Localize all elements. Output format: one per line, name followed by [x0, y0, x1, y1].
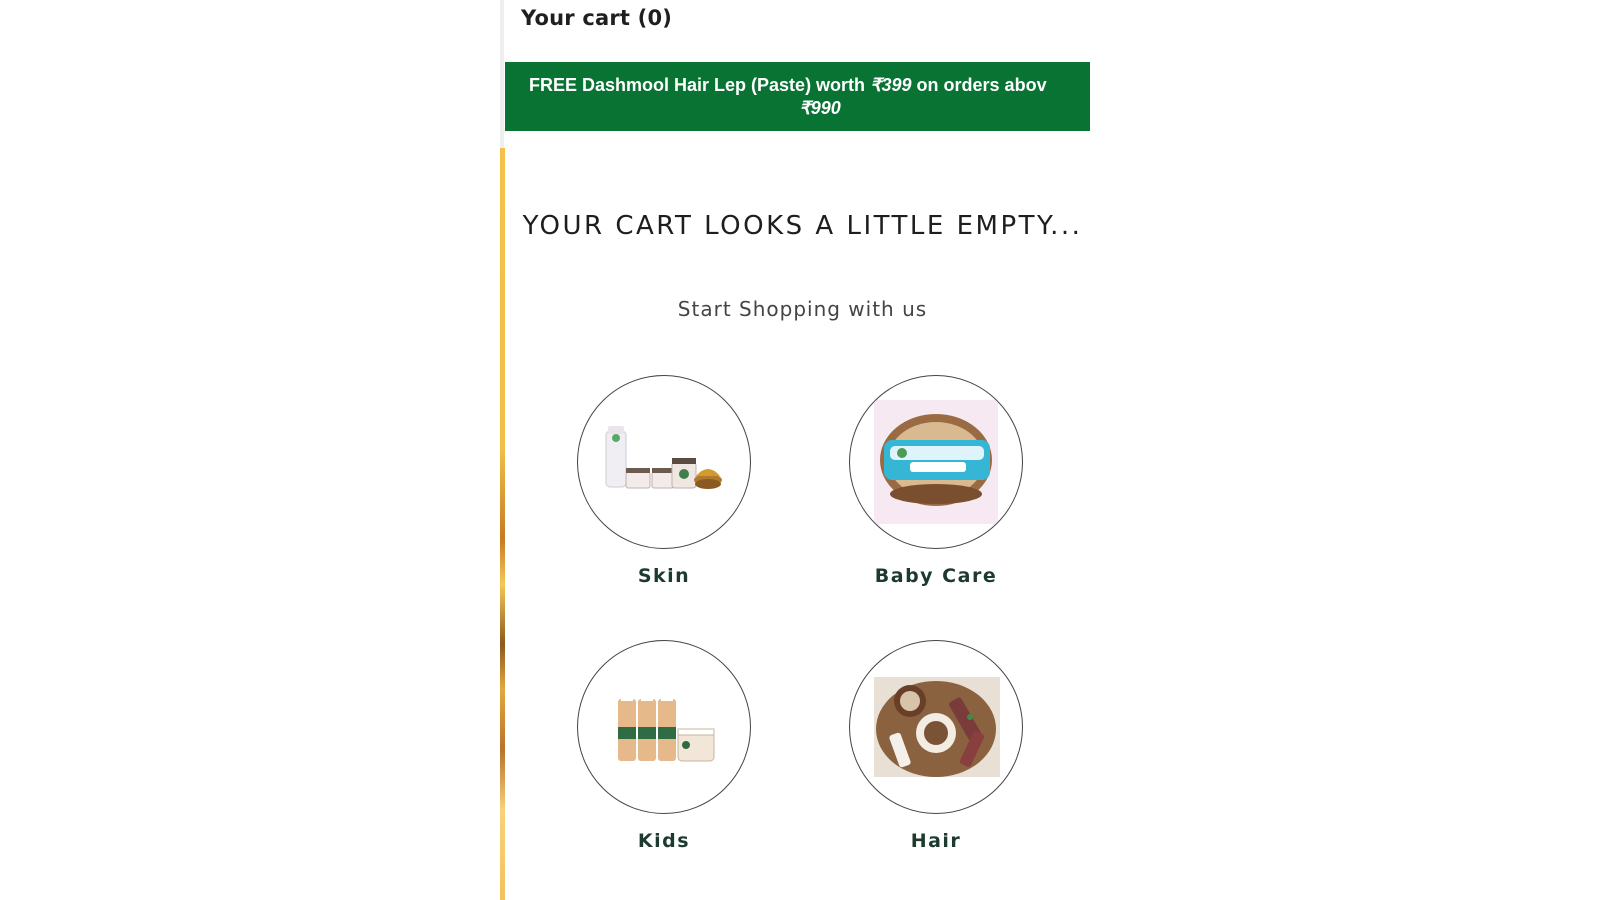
category-skin[interactable]: Skin	[576, 375, 752, 587]
promo-banner: FREE Dashmool Hair Lep (Paste) worth ₹39…	[505, 62, 1090, 131]
cart-title: Your cart (0)	[521, 6, 673, 30]
hair-products-image[interactable]	[849, 640, 1023, 814]
promo-text-prefix: FREE Dashmool Hair Lep (Paste) worth	[529, 75, 871, 95]
promo-text-suffix: on orders abov	[911, 75, 1047, 95]
empty-cart-subheading: Start Shopping with us	[677, 297, 928, 321]
category-hair[interactable]: Hair	[848, 640, 1024, 852]
promo-line-1: FREE Dashmool Hair Lep (Paste) worth ₹39…	[529, 74, 1047, 97]
page: Your cart (0) FREE Dashmool Hair Lep (Pa…	[0, 0, 1600, 900]
category-kids[interactable]: Kids	[576, 640, 752, 852]
category-label-kids[interactable]: Kids	[576, 830, 752, 852]
promo-price: ₹399	[870, 75, 912, 95]
promo-line-2: ₹990	[799, 98, 841, 118]
category-label-skin[interactable]: Skin	[576, 565, 752, 587]
category-baby-care[interactable]: Baby Care	[848, 375, 1024, 587]
skin-products-image[interactable]	[577, 375, 751, 549]
baby-wipes-image[interactable]	[849, 375, 1023, 549]
background-page-edge	[500, 0, 504, 148]
category-label-baby-care[interactable]: Baby Care	[848, 565, 1024, 587]
category-label-hair[interactable]: Hair	[848, 830, 1024, 852]
empty-cart-heading: YOUR CART LOOKS A LITTLE EMPTY...	[522, 211, 1083, 241]
kids-products-image[interactable]	[577, 640, 751, 814]
cart-drawer: Your cart (0) FREE Dashmool Hair Lep (Pa…	[505, 0, 1090, 900]
